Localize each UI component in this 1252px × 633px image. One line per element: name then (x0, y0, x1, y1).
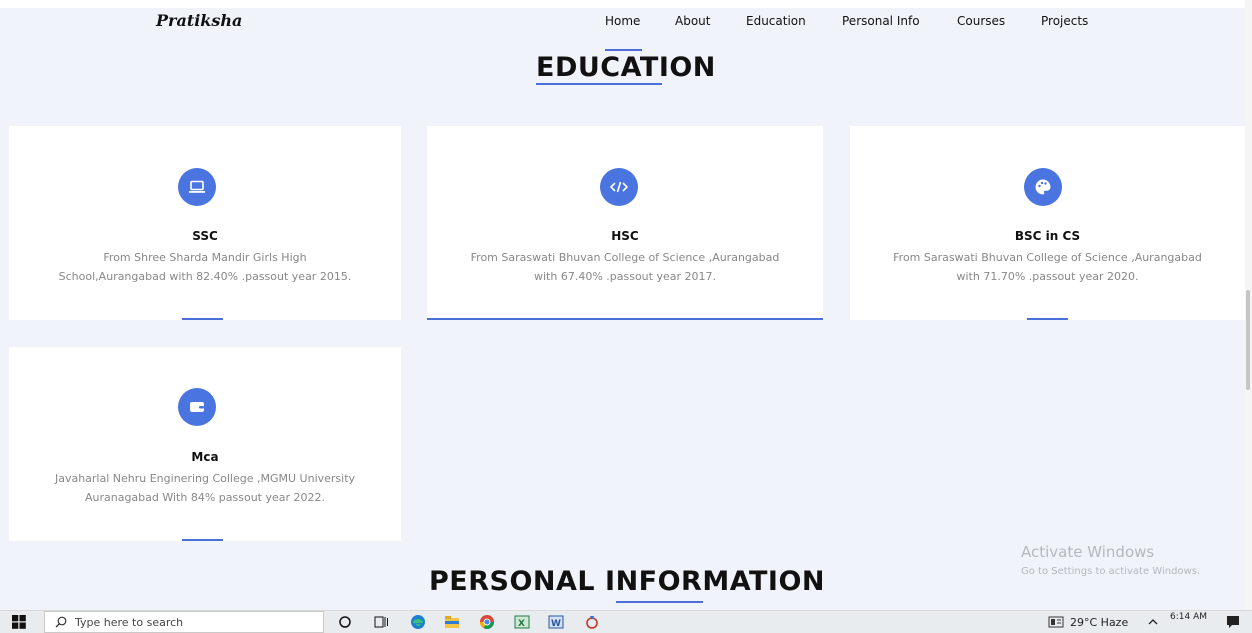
title-accent-bottom (536, 83, 662, 85)
word-icon[interactable]: W (548, 611, 564, 633)
education-card-hsc[interactable]: HSC From Saraswati Bhuvan College of Sci… (427, 126, 823, 320)
card-title: BSC in CS (1014, 229, 1081, 243)
education-card-ssc[interactable]: SSC From Shree Sharda Mandir Girls High … (9, 126, 401, 320)
svg-text:W: W (551, 619, 561, 629)
taskbar-search-input[interactable]: Type here to search (44, 611, 324, 633)
card-accent-bar (427, 318, 823, 320)
nav-courses[interactable]: Courses (957, 14, 1005, 28)
nav-home[interactable]: Home (605, 14, 640, 28)
activate-windows-title: Activate Windows (1021, 543, 1155, 561)
card-title: SSC (192, 229, 218, 243)
file-explorer-icon[interactable] (444, 611, 460, 633)
clock[interactable]: 6:14 AM (1170, 611, 1207, 633)
card-desc-line: with 67.40% .passout year 2017. (534, 270, 716, 283)
chrome-icon[interactable] (479, 611, 495, 633)
card-desc-line: with 71.70% .passout year 2020. (956, 270, 1139, 283)
excel-icon[interactable]: X (514, 611, 530, 633)
title-accent-bottom (616, 601, 703, 603)
laptop-icon (178, 168, 216, 206)
card-description: From Shree Sharda Mandir Girls High Scho… (9, 248, 401, 286)
palette-icon (1024, 168, 1062, 206)
card-title: HSC (611, 229, 639, 243)
education-heading: EDUCATION (536, 52, 716, 83)
education-card-mca[interactable]: Mca Javaharlal Nehru Enginering College … (9, 347, 401, 541)
search-icon (55, 616, 67, 628)
chevron-up-icon[interactable] (1147, 611, 1159, 633)
card-desc-line: School,Aurangabad with 82.40% .passout y… (58, 270, 352, 283)
personal-info-heading: PERSONAL INFORMATION (429, 566, 826, 597)
nav-personal-info[interactable]: Personal Info (842, 14, 920, 28)
windows-taskbar: Type here to search X W 29°C Haze 6:14 A… (0, 610, 1252, 633)
nav-education[interactable]: Education (746, 14, 806, 28)
activate-windows-subtitle: Go to Settings to activate Windows. (1021, 566, 1201, 577)
scrollbar-thumb[interactable] (1246, 290, 1250, 390)
task-view-icon[interactable] (374, 611, 390, 633)
weather-icon[interactable] (1048, 611, 1064, 633)
card-accent-bar (182, 318, 223, 320)
title-accent-top (605, 49, 642, 51)
card-description: From Saraswati Bhuvan College of Science… (427, 248, 823, 286)
cortana-icon[interactable] (338, 611, 352, 633)
header-bar (0, 0, 1252, 8)
svg-text:X: X (518, 619, 525, 629)
notification-icon[interactable] (1226, 611, 1240, 633)
edge-icon[interactable] (410, 611, 426, 633)
card-desc-line: Auranagabad With 84% passout year 2022. (84, 491, 326, 504)
nav-projects[interactable]: Projects (1041, 14, 1088, 28)
app-icon[interactable] (584, 611, 600, 633)
card-description: From Saraswati Bhuvan College of Science… (850, 248, 1245, 286)
card-desc-line: From Saraswati Bhuvan College of Science… (470, 251, 780, 264)
education-card-bsc[interactable]: BSC in CS From Saraswati Bhuvan College … (850, 126, 1245, 320)
portfolio-page: Pratiksha Home About Education Personal … (0, 0, 1252, 610)
search-placeholder: Type here to search (75, 615, 184, 629)
weather-status[interactable]: 29°C Haze (1070, 611, 1128, 633)
weather-text: 29°C Haze (1070, 615, 1129, 629)
card-accent-bar (1027, 318, 1068, 320)
code-icon (600, 168, 638, 206)
card-description: Javaharlal Nehru Enginering College ,MGM… (9, 469, 401, 507)
card-title: Mca (191, 450, 219, 464)
clock-time: 6:14 AM (1170, 612, 1207, 622)
windows-start-icon[interactable] (12, 611, 26, 633)
card-desc-line: From Saraswati Bhuvan College of Science… (893, 251, 1202, 264)
card-desc-line: Javaharlal Nehru Enginering College ,MGM… (54, 472, 356, 485)
nav-about[interactable]: About (675, 14, 710, 28)
card-desc-line: From Shree Sharda Mandir Girls High (103, 251, 307, 264)
wallet-icon (178, 388, 216, 426)
brand-logo[interactable]: Pratiksha (156, 11, 242, 30)
card-accent-bar (182, 539, 223, 541)
